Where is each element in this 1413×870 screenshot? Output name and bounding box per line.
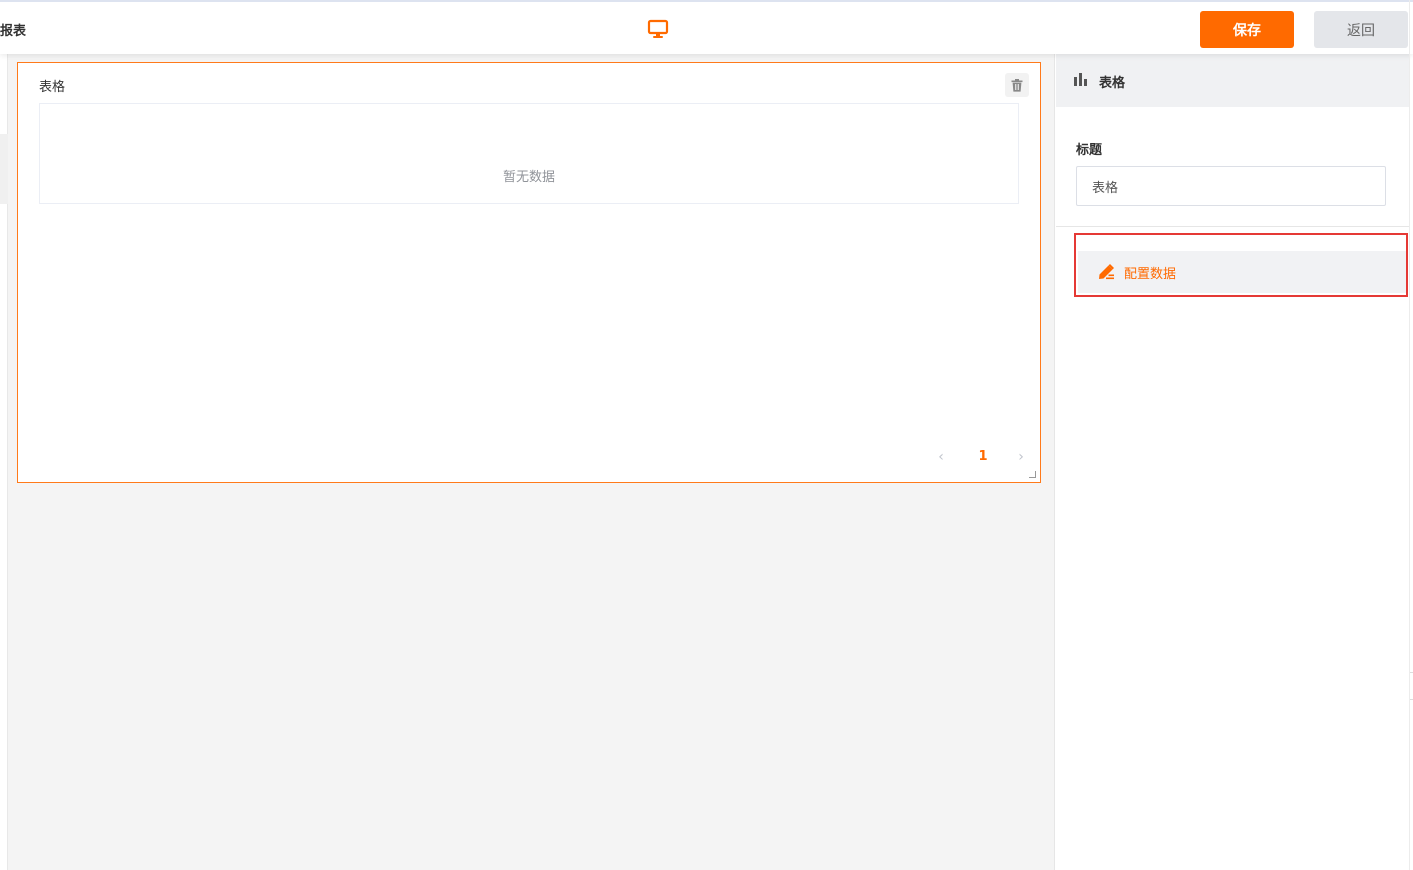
- table-body-empty: 暂无数据: [39, 103, 1019, 204]
- widget-title: 表格: [39, 80, 66, 95]
- bar-chart-icon: [1074, 73, 1087, 86]
- config-data-label: 配置数据: [1124, 266, 1177, 282]
- trash-icon: [1011, 78, 1023, 92]
- design-canvas: 表格 暂无数据 ‹ 1 ›: [8, 54, 1055, 870]
- empty-data-text: 暂无数据: [502, 170, 555, 185]
- save-button[interactable]: 保存: [1200, 11, 1294, 48]
- panel-header: 表格: [1056, 54, 1409, 107]
- title-input[interactable]: [1076, 166, 1386, 206]
- highlight-box: 配置数据: [1074, 233, 1408, 297]
- title-field-label: 标题: [1076, 143, 1103, 158]
- delete-widget-button[interactable]: [1005, 73, 1029, 97]
- desktop-monitor-icon[interactable]: [647, 18, 669, 40]
- sidebar-marker: [0, 134, 8, 204]
- table-widget[interactable]: 表格 暂无数据 ‹ 1 ›: [17, 62, 1041, 483]
- resize-handle[interactable]: [1029, 471, 1036, 478]
- panel-divider: [1056, 226, 1409, 227]
- edit-pen-icon: [1099, 264, 1114, 280]
- config-data-button[interactable]: 配置数据: [1078, 251, 1406, 293]
- window-edge: [1409, 0, 1410, 870]
- left-collapsed-sidebar: [0, 54, 8, 870]
- page-title: 报表: [0, 24, 27, 39]
- back-button[interactable]: 返回: [1314, 11, 1408, 48]
- chevron-right-icon[interactable]: ›: [1011, 447, 1031, 467]
- panel-header-label: 表格: [1099, 76, 1126, 91]
- properties-panel: 表格 标题 配置数据: [1056, 54, 1409, 870]
- chevron-left-icon[interactable]: ‹: [931, 447, 951, 467]
- top-toolbar: 报表 保存 返回: [0, 0, 1413, 54]
- page-number-current[interactable]: 1: [973, 447, 993, 467]
